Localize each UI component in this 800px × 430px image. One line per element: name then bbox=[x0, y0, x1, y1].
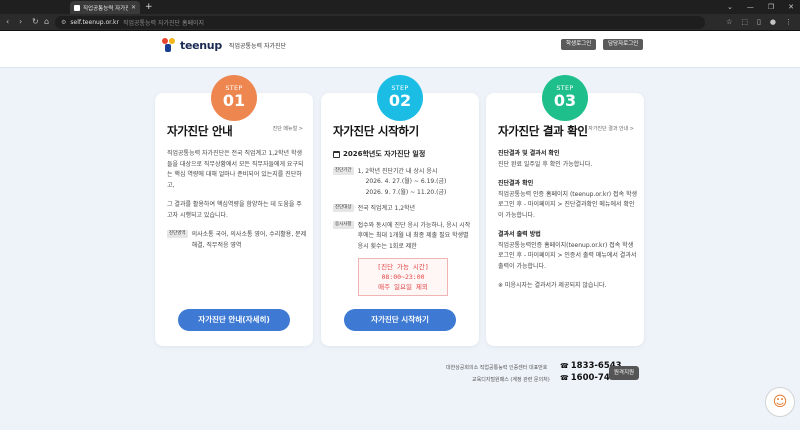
tab-title: 직업공통능력 자가진단 홈페이지 bbox=[83, 5, 128, 12]
logo-subtitle: 직업공통능력 자가진단 bbox=[228, 42, 287, 50]
toolbar-icons: ☆ ⬚ ▯ ● ⋮ bbox=[726, 17, 792, 27]
card-body: 직업공통능력 자가진단은 전국 직업계고 1,2학년 학생들을 대상으로 직무상… bbox=[167, 149, 307, 257]
step-number: 02 bbox=[388, 91, 412, 110]
support-line-2: 교육디지털원패스 (계정 관련 문의처) bbox=[472, 377, 550, 383]
result-block: 진단결과 확인 직업공통능력 인증 홈페이지 (teenup.or.kr) 접속… bbox=[498, 179, 638, 221]
remote-support-button[interactable]: 원격지원 bbox=[609, 366, 639, 380]
site-header: teenup 직업공통능력 자가진단 학생로그인 담당자로그인 bbox=[0, 31, 800, 68]
result-text: 직업공통능력 인증 홈페이지 (teenup.or.kr) 접속 학생 로그인 … bbox=[498, 190, 638, 219]
intro-paragraph: 그 결과를 활용하여 핵심역량을 함양하는 데 도움을 주고자 시행되고 있습니… bbox=[167, 201, 302, 219]
step-number: 01 bbox=[222, 91, 246, 110]
result-note: ※ 미응시자는 결과서가 제공되지 않습니다. bbox=[498, 282, 607, 289]
extensions-icon[interactable]: ⬚ bbox=[741, 17, 748, 27]
result-text: 직업공통능력인증 홈페이지(teenup.or.kr) 접속 학생 로그인 후 … bbox=[498, 241, 637, 270]
card-body: 진단결과 및 결과서 확인 진단 완료 일주일 후 확인 가능합니다. 진단결과… bbox=[498, 149, 638, 301]
step-2-badge: STEP 02 bbox=[377, 75, 423, 121]
start-diagnosis-button[interactable]: 자가진단 시작하기 bbox=[344, 309, 456, 331]
card-step-3: 자가진단 결과 확인 자가진단 결과 안내 > 진단결과 및 결과서 확인 진단… bbox=[486, 93, 644, 346]
window-controls: ⌄ — ❐ ✕ bbox=[727, 1, 794, 13]
result-heading: 결과서 출력 방법 bbox=[498, 231, 541, 238]
back-icon[interactable]: ‹ bbox=[6, 16, 9, 28]
menu-icon[interactable]: ⋮ bbox=[785, 17, 792, 27]
notice-line: 매주 일요일 제외 bbox=[378, 283, 428, 291]
available-time-notice: [진단 가능 시간] 08:00~23:00 매주 일요일 제외 bbox=[358, 258, 448, 296]
manual-link[interactable]: 진단 메뉴얼 > bbox=[273, 125, 303, 132]
bookmark-icon[interactable]: ☆ bbox=[726, 17, 732, 27]
phone-icon: ☎ bbox=[560, 374, 569, 382]
result-heading: 진단결과 및 결과서 확인 bbox=[498, 150, 560, 157]
url-text: self.teenup.or.kr bbox=[70, 19, 119, 26]
period-tag: 진단기간 bbox=[333, 166, 354, 175]
result-heading: 진단결과 확인 bbox=[498, 180, 534, 187]
card-title: 자가진단 시작하기 bbox=[333, 124, 419, 138]
card-title: 자가진단 안내 bbox=[167, 124, 233, 138]
schedule-row: 진단대상 전국 직업계고 1,2학년 bbox=[333, 204, 473, 215]
result-text: 진단 완료 일주일 후 확인 가능합니다. bbox=[498, 160, 593, 168]
restore-icon[interactable]: ❐ bbox=[768, 1, 774, 13]
new-tab-button[interactable]: + bbox=[145, 1, 153, 13]
period-text: 1, 2학년 진단기간 내 상시 응시 bbox=[357, 167, 438, 175]
guide-detail-button[interactable]: 자가진단 안내(자세히) bbox=[178, 309, 290, 331]
sidebar-icon[interactable]: ▯ bbox=[757, 17, 761, 27]
result-block: 결과서 출력 방법 직업공통능력인증 홈페이지(teenup.or.kr) 접속… bbox=[498, 230, 638, 272]
tab-search-icon[interactable]: ⌄ bbox=[727, 1, 733, 13]
tab-favicon-icon bbox=[74, 4, 80, 11]
logo-text: teenup bbox=[180, 38, 222, 52]
step-3-badge: STEP 03 bbox=[542, 75, 588, 121]
result-guide-link[interactable]: 자가진단 결과 안내 > bbox=[588, 125, 634, 132]
card-step-2: 자가진단 시작하기 2026학년도 자가진단 일정 진단기간 1, 2학년 진단… bbox=[321, 93, 479, 346]
window-close-icon[interactable]: ✕ bbox=[788, 1, 794, 13]
card-title: 자가진단 결과 확인 bbox=[498, 124, 588, 138]
schedule-row: 진단기간 1, 2학년 진단기간 내 상시 응시 2026. 4. 27.(월)… bbox=[333, 166, 473, 199]
minimize-icon[interactable]: — bbox=[747, 1, 754, 13]
card-step-1: 자가진단 안내 진단 메뉴얼 > 직업공통능력 자가진단은 전국 직업계고 1,… bbox=[155, 93, 313, 346]
dark-tab-area bbox=[2, 1, 62, 13]
reload-icon[interactable]: ↻ bbox=[32, 16, 39, 28]
notice-line: 08:00~23:00 bbox=[381, 273, 425, 281]
url-page-title: 직업공통능력 자가진단 홈페이지 bbox=[122, 20, 205, 27]
url-input[interactable]: ⚙ self.teenup.or.kr 직업공통능력 자가진단 홈페이지 bbox=[55, 16, 705, 29]
staff-login-button[interactable]: 담당자로그인 bbox=[603, 39, 644, 50]
calendar-icon bbox=[333, 150, 340, 158]
browser-tab-bar: 직업공통능력 자가진단 홈페이지 ✕ + ⌄ — ❐ ✕ bbox=[0, 0, 800, 14]
mascot-icon: ☺ bbox=[772, 394, 788, 410]
tab-close-icon[interactable]: ✕ bbox=[131, 4, 136, 11]
notice-line: [진단 가능 시간] bbox=[377, 263, 429, 271]
student-login-button[interactable]: 학생로그인 bbox=[561, 39, 597, 50]
area-text: 의사소통 국어, 의사소통 영어, 수리활용, 문제해결, 직무적응 영역 bbox=[191, 231, 307, 249]
chatbot-mascot-button[interactable]: ☺ bbox=[765, 387, 795, 417]
active-tab[interactable]: 직업공통능력 자가진단 홈페이지 ✕ bbox=[70, 1, 140, 14]
step-1-badge: STEP 01 bbox=[211, 75, 257, 121]
target-tag: 진단대상 bbox=[333, 204, 354, 212]
target-text: 전국 직업계고 1,2학년 bbox=[357, 205, 416, 212]
support-line-1: 대한상공회의소 직업공통능력 인증센터 대표번호 bbox=[446, 365, 548, 371]
notes-tag: 응시사항 bbox=[333, 220, 354, 229]
forward-icon[interactable]: › bbox=[19, 16, 22, 28]
logo-mark-icon bbox=[162, 38, 176, 52]
browser-address-bar: ‹ › ↻ ⌂ ⚙ self.teenup.or.kr 직업공통능력 자가진단 … bbox=[0, 14, 800, 31]
step-number: 03 bbox=[553, 91, 577, 110]
card-body: 2026학년도 자가진단 일정 진단기간 1, 2학년 진단기간 내 상시 응시… bbox=[333, 149, 473, 296]
home-icon[interactable]: ⌂ bbox=[44, 16, 49, 28]
notes-text: 접수와 동시에 진단 응시 가능하나, 응시 시작 후에는 최대 1개월 내 최… bbox=[357, 221, 471, 250]
schedule-title-text: 2026학년도 자가진단 일정 bbox=[343, 150, 426, 158]
schedule-title: 2026학년도 자가진단 일정 bbox=[333, 149, 473, 160]
site-logo[interactable]: teenup 직업공통능력 자가진단 bbox=[162, 38, 286, 52]
intro-paragraph: 직업공통능력 자가진단은 전국 직업계고 1,2학년 학생들을 대상으로 직무상… bbox=[167, 150, 304, 189]
phone-icon: ☎ bbox=[560, 362, 569, 370]
site-info-icon[interactable]: ⚙ bbox=[61, 19, 66, 26]
schedule-row: 응시사항 접수와 동시에 진단 응시 가능하나, 응시 시작 후에는 최대 1개… bbox=[333, 220, 473, 253]
area-tag: 진단영역 bbox=[167, 230, 188, 238]
area-row: 진단영역 의사소통 국어, 의사소통 영어, 수리활용, 문제해결, 직무적응 … bbox=[167, 230, 307, 251]
period-date-2: 2026. 9. 7.(월) ~ 11.20.(금) bbox=[365, 188, 447, 196]
profile-icon[interactable]: ● bbox=[770, 17, 776, 27]
period-date-1: 2026. 4. 27.(월) ~ 6.19.(금) bbox=[365, 178, 447, 185]
result-block: 진단결과 및 결과서 확인 진단 완료 일주일 후 확인 가능합니다. bbox=[498, 149, 638, 170]
